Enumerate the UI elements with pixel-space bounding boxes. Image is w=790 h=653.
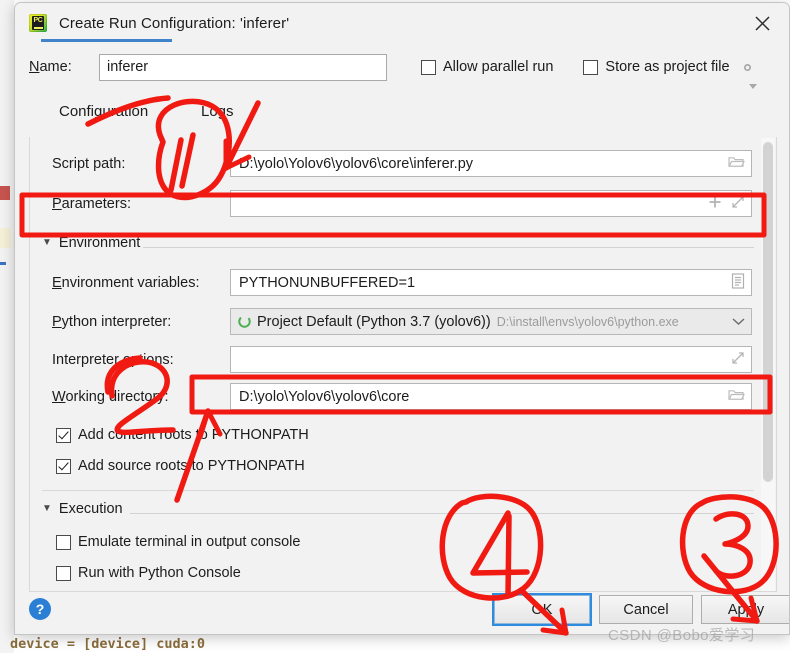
plus-icon[interactable] [708, 195, 722, 213]
environment-section-label: Environment [58, 235, 141, 251]
store-as-project-file-row[interactable]: Store as project file [583, 58, 757, 89]
working-directory-label: Working directory: [52, 389, 169, 405]
emulate-terminal-label: Emulate terminal in output console [78, 534, 301, 550]
background-gutter [0, 0, 14, 653]
environment-variables-value: PYTHONUNBUFFERED=1 [239, 274, 416, 291]
interpreter-options-label-row: Interpreter options: [52, 345, 174, 375]
ok-button[interactable]: OK [492, 593, 592, 626]
name-input[interactable] [99, 53, 387, 81]
environment-variables-label: Environment variables: [52, 275, 200, 291]
parameters-label-row: Parameters: [52, 189, 131, 219]
allow-parallel-run-row[interactable]: Allow parallel run [421, 59, 553, 75]
chevron-down-icon[interactable] [732, 314, 745, 330]
name-label: Name: [29, 59, 72, 75]
allow-parallel-run-label: Allow parallel run [443, 59, 554, 75]
environment-variables-input[interactable]: PYTHONUNBUFFERED=1 [230, 269, 752, 296]
execution-section-header[interactable]: ▼ Execution [42, 501, 123, 517]
parameters-label: Parameters: [52, 196, 131, 212]
interpreter-options-label: Interpreter options: [52, 352, 174, 368]
script-path-value: D:\yolo\Yolov6\yolov6\core\inferer.py [239, 155, 474, 172]
python-interpreter-dropdown[interactable]: Project Default (Python 3.7 (yolov6)) D:… [230, 308, 752, 335]
python-interpreter-label: Python interpreter: [52, 314, 172, 330]
add-source-roots-row[interactable]: Add source roots to PYTHONPATH [56, 458, 305, 474]
environment-variables-label-row: Environment variables: [52, 268, 200, 298]
add-source-roots-label: Add source roots to PYTHONPATH [78, 458, 305, 474]
tab-logs[interactable]: Logs [197, 95, 238, 120]
store-as-project-file-checkbox[interactable] [583, 59, 599, 75]
python-interpreter-value: Project Default (Python 3.7 (yolov6)) [257, 313, 491, 330]
configuration-panel: Script path: D:\yolo\Yolov6\yolov6\core\… [29, 137, 777, 592]
run-with-python-console-label: Run with Python Console [78, 565, 241, 581]
working-directory-label-row: Working directory: [52, 382, 169, 412]
chevron-down-icon: ▼ [42, 237, 52, 248]
execution-section-label: Execution [58, 501, 123, 517]
dialog-title: Create Run Configuration: 'inferer' [59, 14, 290, 32]
list-editor-icon[interactable] [731, 272, 745, 293]
add-content-roots-label: Add content roots to PYTHONPATH [78, 427, 309, 443]
emulate-terminal-row[interactable]: Emulate terminal in output console [56, 534, 300, 550]
gear-icon[interactable] [738, 58, 757, 89]
run-with-python-console-row[interactable]: Run with Python Console [56, 565, 241, 581]
python-interpreter-path: D:\install\envs\yolov6\python.exe [496, 314, 679, 329]
panel-scrollbar[interactable] [761, 138, 775, 591]
allow-parallel-run-checkbox[interactable] [421, 59, 436, 75]
store-as-project-file-label: Store as project file [605, 59, 730, 75]
help-button[interactable]: ? [29, 598, 51, 620]
screen: device = [device] cuda:0 PC Create Run C… [0, 0, 790, 653]
close-icon[interactable] [745, 9, 779, 37]
section-divider [143, 247, 754, 248]
gutter-warning-marker [0, 228, 11, 248]
tab-active-indicator [41, 39, 172, 42]
parameters-input[interactable] [230, 190, 752, 217]
gutter-info-marker [0, 262, 6, 265]
background-code-line: device = [device] cuda:0 [10, 636, 206, 652]
expand-icon[interactable] [731, 351, 745, 369]
gutter-error-marker [0, 186, 10, 200]
apply-button[interactable]: Apply [701, 595, 789, 624]
expand-icon[interactable] [731, 195, 745, 213]
working-directory-value: D:\yolo\Yolov6\yolov6\core [239, 388, 410, 405]
create-run-configuration-dialog: PC Create Run Configuration: 'inferer' N… [14, 2, 790, 635]
tabbar: Configuration Logs [29, 95, 777, 137]
panel-divider [42, 490, 754, 491]
watermark: CSDN @Bobo爱学习 [608, 627, 756, 644]
folder-icon[interactable] [728, 388, 745, 406]
script-path-label-row: Script path: [52, 149, 125, 179]
add-source-roots-checkbox[interactable] [56, 458, 71, 474]
python-interpreter-label-row: Python interpreter: [52, 307, 171, 337]
script-path-label: Script path: [52, 156, 126, 172]
run-with-python-console-checkbox[interactable] [56, 565, 71, 581]
interpreter-options-input[interactable] [230, 346, 752, 373]
python-env-icon [237, 314, 252, 329]
name-row: Name: Allow parallel run Store as projec… [15, 43, 789, 91]
add-content-roots-row[interactable]: Add content roots to PYTHONPATH [56, 427, 309, 443]
add-content-roots-checkbox[interactable] [56, 427, 71, 443]
cancel-button[interactable]: Cancel [599, 595, 693, 624]
tab-configuration[interactable]: Configuration [55, 95, 152, 120]
dialog-titlebar: PC Create Run Configuration: 'inferer' [15, 3, 789, 43]
script-path-input[interactable]: D:\yolo\Yolov6\yolov6\core\inferer.py [230, 150, 752, 177]
panel-scrollbar-thumb[interactable] [763, 142, 773, 482]
folder-icon[interactable] [728, 155, 745, 173]
emulate-terminal-checkbox[interactable] [56, 534, 71, 550]
section-divider [130, 513, 754, 514]
environment-section-header[interactable]: ▼ Environment [42, 235, 140, 251]
working-directory-input[interactable]: D:\yolo\Yolov6\yolov6\core [230, 383, 752, 410]
pycharm-icon: PC [29, 14, 47, 32]
chevron-down-icon: ▼ [42, 503, 52, 514]
